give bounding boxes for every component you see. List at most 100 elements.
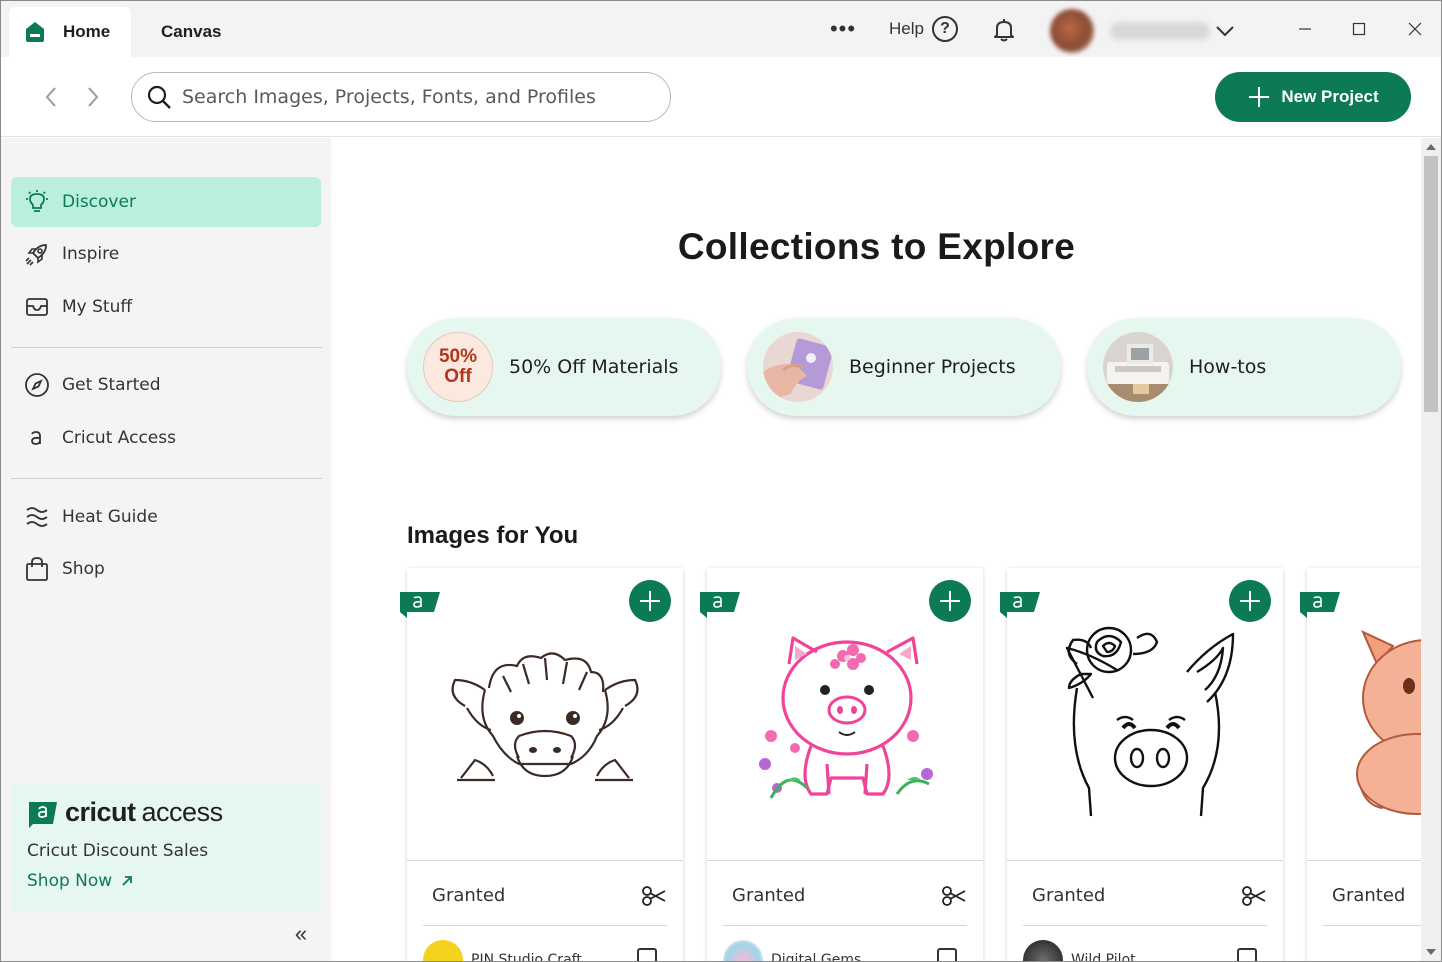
- sidebar-item-cricut-access[interactable]: Cricut Access: [11, 413, 321, 463]
- brand-access: access: [141, 797, 224, 827]
- author-avatar: [1023, 940, 1063, 961]
- collection-how-tos[interactable]: How-tos: [1087, 318, 1401, 416]
- lightbulb-icon: [23, 188, 51, 216]
- inbox-icon: [23, 293, 51, 321]
- scroll-down-arrow-icon[interactable]: [1425, 947, 1437, 957]
- notifications-button[interactable]: [989, 15, 1019, 45]
- sidebar-item-heat-guide[interactable]: Heat Guide: [11, 492, 321, 542]
- sidebar-item-label: Shop: [62, 559, 105, 579]
- sale-badge-thumbnail: 50% Off: [423, 332, 493, 402]
- image-card[interactable]: Granted PIN Studio Craft: [400, 568, 683, 962]
- collection-label: 50% Off Materials: [509, 356, 679, 378]
- user-account-button[interactable]: [1041, 7, 1219, 55]
- card-divider: [423, 925, 667, 926]
- author-info[interactable]: PIN Studio Craft: [423, 940, 582, 962]
- forward-button[interactable]: [79, 83, 107, 111]
- card-divider: [1323, 925, 1421, 926]
- select-checkbox[interactable]: [1237, 948, 1257, 961]
- add-to-canvas-button[interactable]: [629, 580, 671, 622]
- select-checkbox[interactable]: [637, 948, 657, 961]
- access-logo-icon: [29, 801, 57, 828]
- sidebar-item-label: Heat Guide: [62, 507, 158, 527]
- account-menu-chevron-down-icon[interactable]: [1213, 19, 1237, 43]
- sidebar-item-label: My Stuff: [62, 297, 133, 317]
- avatar: [1050, 9, 1094, 53]
- sidebar-item-my-stuff[interactable]: My Stuff: [11, 282, 321, 332]
- plus-icon: [940, 591, 960, 611]
- home-icon: [26, 22, 44, 42]
- maximize-button[interactable]: [1341, 11, 1377, 47]
- search-bar[interactable]: [131, 72, 671, 122]
- access-a-icon: [23, 424, 51, 452]
- minimize-icon: [1299, 28, 1311, 30]
- sidebar-item-label: Discover: [62, 192, 136, 212]
- add-to-canvas-button[interactable]: [1229, 580, 1271, 622]
- image-card[interactable]: Granted Wild Pilot: [1000, 568, 1283, 961]
- plus-icon: [1249, 87, 1270, 107]
- scissors-icon: [942, 886, 966, 906]
- title-bar: Home Canvas ••• Help ?: [1, 1, 1441, 57]
- access-flag-icon: [700, 592, 740, 618]
- shop-now-link[interactable]: Shop Now: [27, 871, 134, 891]
- close-icon: [1408, 22, 1422, 36]
- author-name: Digital Gems: [771, 952, 862, 962]
- how-tos-thumbnail: [1103, 332, 1173, 402]
- access-flag-icon: [1300, 592, 1340, 618]
- rocket-icon: [23, 240, 51, 268]
- chevron-right-icon: [88, 87, 99, 107]
- scroll-thumb[interactable]: [1424, 156, 1438, 412]
- search-icon: [147, 85, 171, 109]
- main-content: Collections to Explore 50% Off 50% Off M…: [332, 138, 1421, 962]
- collection-label: Beginner Projects: [849, 356, 1016, 378]
- author-name: PIN Studio Craft: [471, 952, 582, 962]
- heat-waves-icon: [23, 503, 51, 531]
- help-button[interactable]: Help ?: [889, 13, 958, 45]
- sidebar-item-shop[interactable]: Shop: [11, 544, 321, 594]
- select-checkbox[interactable]: [937, 948, 957, 961]
- minimize-button[interactable]: [1287, 11, 1323, 47]
- add-to-canvas-button[interactable]: [929, 580, 971, 622]
- sidebar-item-inspire[interactable]: Inspire: [11, 229, 321, 279]
- chevron-left-icon: [45, 87, 56, 107]
- scissors-icon: [642, 886, 666, 906]
- access-flag-icon: [400, 592, 440, 618]
- app-window: Home Canvas ••• Help ? Search Images, Pr…: [0, 0, 1442, 962]
- maximize-icon: [1352, 22, 1366, 36]
- close-button[interactable]: [1397, 11, 1433, 47]
- collection-beginner-projects[interactable]: Beginner Projects: [747, 318, 1061, 416]
- author-info[interactable]: Wild Pilot: [1023, 940, 1136, 961]
- sidebar-item-discover[interactable]: Discover: [11, 177, 321, 227]
- help-icon: ?: [931, 16, 958, 42]
- brand-cricut: cricut: [65, 797, 136, 827]
- shopping-bag-icon: [23, 555, 51, 583]
- scroll-up-arrow-icon[interactable]: [1425, 142, 1437, 152]
- status-label: Granted: [432, 885, 506, 906]
- author-avatar: [723, 940, 763, 961]
- image-card[interactable]: Granted Digital Gems: [700, 568, 983, 962]
- scissors-icon: [1242, 886, 1266, 906]
- compass-icon: [23, 371, 51, 399]
- author-info[interactable]: Digital Gems: [723, 940, 862, 962]
- cricut-access-promo: cricut access Cricut Discount Sales Shop…: [11, 783, 321, 911]
- sidebar-divider: [11, 478, 322, 479]
- collections-title: Collections to Explore: [677, 226, 1076, 267]
- more-options-button[interactable]: •••: [827, 16, 859, 41]
- card-divider: [723, 925, 967, 926]
- cricut-access-logo: cricut access: [27, 797, 223, 828]
- sidebar-item-label: Get Started: [62, 375, 161, 395]
- back-button[interactable]: [37, 83, 65, 111]
- sidebar-item-get-started[interactable]: Get Started: [11, 360, 321, 410]
- main-scrollbar[interactable]: [1421, 138, 1441, 961]
- help-label: Help: [889, 19, 924, 38]
- search-input[interactable]: [182, 86, 642, 108]
- tab-home[interactable]: Home: [9, 7, 131, 57]
- card-divider: [1023, 925, 1267, 926]
- toolbar: New Project: [1, 57, 1441, 137]
- image-card[interactable]: Granted: [1300, 568, 1421, 961]
- collection-50-off-materials[interactable]: 50% Off 50% Off Materials: [407, 318, 721, 416]
- shop-now-label: Shop Now: [27, 871, 113, 891]
- collapse-sidebar-button[interactable]: «: [289, 921, 313, 946]
- new-project-button[interactable]: New Project: [1215, 72, 1411, 122]
- tab-canvas[interactable]: Canvas: [141, 7, 251, 57]
- sidebar-item-label: Cricut Access: [62, 428, 176, 448]
